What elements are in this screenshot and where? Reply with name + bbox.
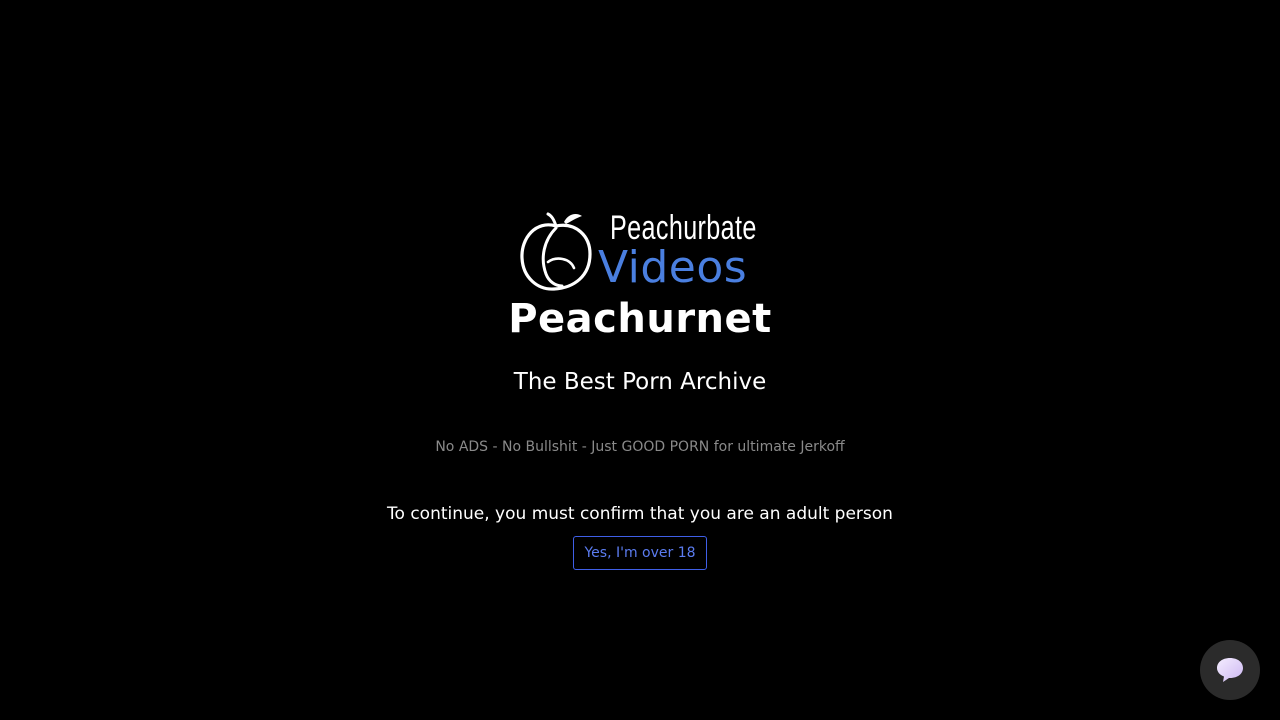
site-logo: Peachurbate Videos [518, 206, 768, 296]
chat-button[interactable] [1200, 640, 1260, 700]
tagline: The Best Porn Archive [513, 369, 767, 395]
logo-text-videos: Videos [598, 242, 748, 293]
peach-icon [518, 210, 596, 292]
chat-bubble-icon [1217, 658, 1243, 682]
confirm-age-button[interactable]: Yes, I'm over 18 [573, 536, 707, 570]
subtagline: No ADS - No Bullshit - Just GOOD PORN fo… [435, 439, 845, 455]
age-gate: Peachurbate Videos Peachurnet The Best P… [0, 0, 1280, 720]
age-confirm-prompt: To continue, you must confirm that you a… [387, 504, 893, 524]
site-title: Peachurnet [508, 296, 772, 342]
